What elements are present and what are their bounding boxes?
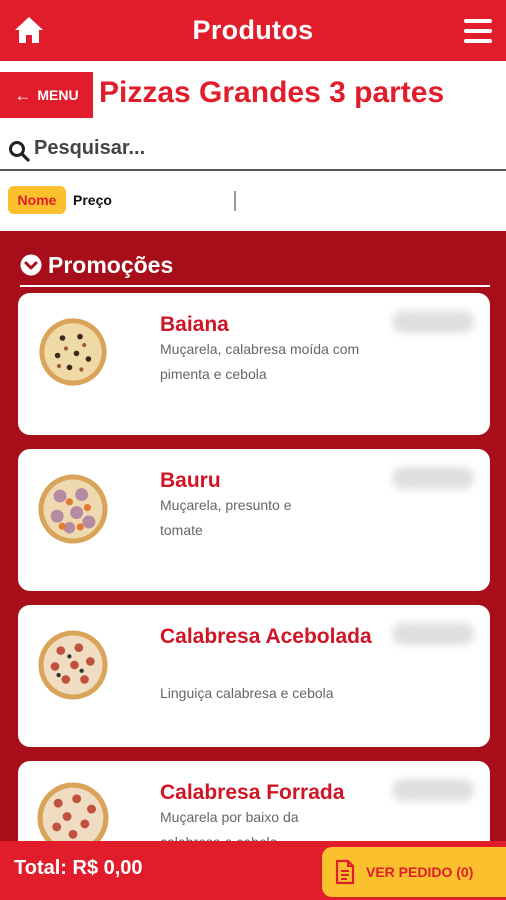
product-card[interactable]: Baiana Muçarela, calabresa moída com pim… (18, 293, 490, 435)
product-description: Muçarela, presunto e tomate (160, 497, 292, 538)
home-icon[interactable] (13, 15, 45, 45)
page-header: ← MENU Pizzas Grandes 3 partes (0, 72, 506, 120)
product-card[interactable]: Bauru Muçarela, presunto e tomate (18, 449, 490, 591)
view-order-button[interactable]: VER PEDIDO (0) (322, 847, 506, 897)
sort-by-name-button[interactable]: Nome (8, 186, 66, 214)
footer-bar: Total: R$ 0,00 VER PEDIDO (0) (0, 841, 506, 900)
order-total: Total: R$ 0,00 (14, 857, 143, 879)
view-order-label: VER PEDIDO (0) (366, 864, 474, 880)
product-card[interactable]: Calabresa Forrada Muçarela por baixo da … (18, 761, 490, 841)
sort-bar: Nome Preço (0, 171, 506, 231)
product-description: Muçarela, calabresa moída com pimenta e … (160, 341, 360, 382)
page-title: Pizzas Grandes 3 partes (99, 76, 445, 109)
pizza-image (37, 782, 109, 841)
product-name: Calabresa Acebolada (160, 625, 372, 648)
menu-button-label: MENU (37, 87, 79, 103)
divider (234, 191, 236, 211)
chevron-down-circle-icon (20, 254, 42, 276)
product-price-blurred (392, 623, 474, 645)
pizza-image (38, 474, 108, 544)
search-icon (9, 141, 30, 162)
product-price-blurred (392, 779, 474, 801)
product-description: Linguiça calabresa e cebola (160, 685, 334, 701)
menu-back-button[interactable]: ← MENU (0, 72, 93, 118)
top-bar: Produtos (0, 0, 506, 61)
category-label: Promoções (48, 251, 174, 278)
product-description: Muçarela por baixo da calabresa e cebola (160, 809, 299, 841)
product-list[interactable]: Promoções Baiana Muçarela, calabresa moí… (0, 231, 506, 841)
arrow-left-icon: ← (14, 85, 32, 105)
category-header[interactable]: Promoções (20, 245, 490, 287)
search-bar (0, 128, 506, 171)
search-input[interactable] (34, 134, 474, 162)
hamburger-menu-icon[interactable] (464, 19, 492, 43)
app-title: Produtos (192, 15, 314, 45)
product-price-blurred (392, 311, 474, 333)
document-icon (335, 859, 355, 885)
pizza-image (39, 318, 107, 386)
product-card[interactable]: Calabresa Acebolada Linguiça calabresa e… (18, 605, 490, 747)
sort-by-price-button[interactable]: Preço (73, 192, 112, 208)
product-price-blurred (392, 467, 474, 489)
pizza-image (38, 630, 108, 700)
